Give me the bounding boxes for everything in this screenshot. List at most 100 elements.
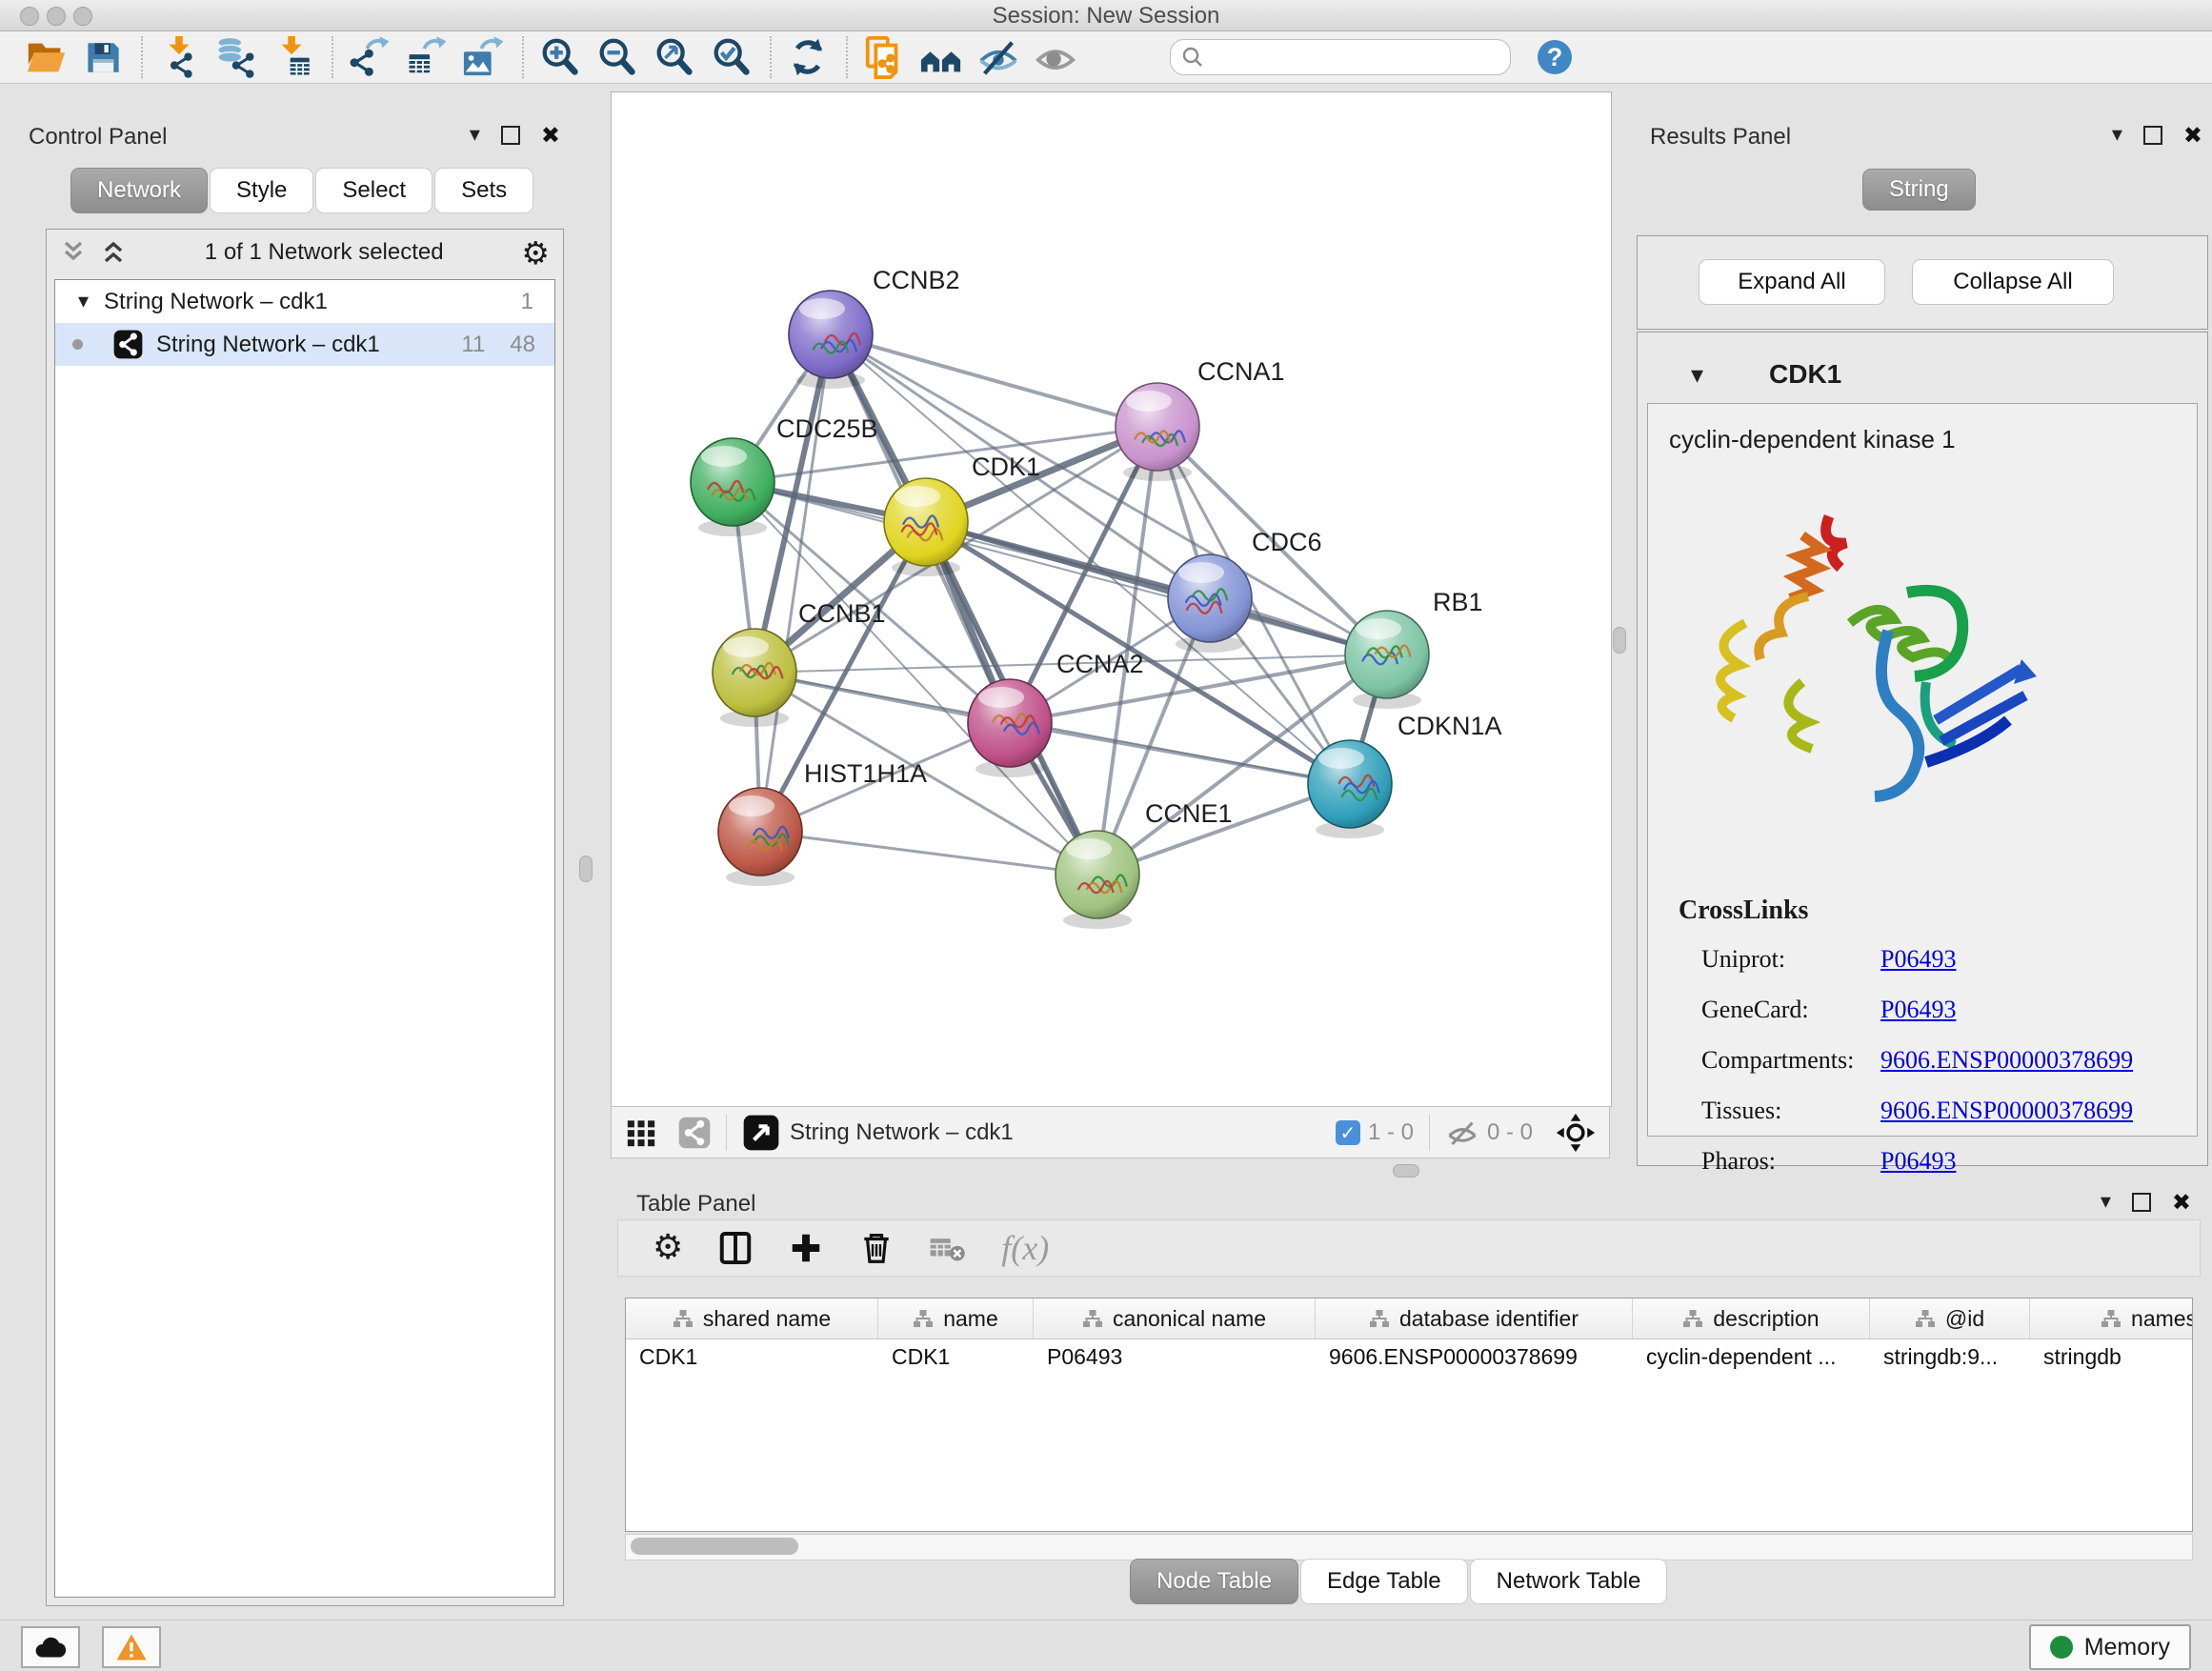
column-header-namespace[interactable]: namespace xyxy=(2030,1299,2193,1339)
save-session-button[interactable] xyxy=(78,34,128,80)
zoom-in-button[interactable] xyxy=(535,34,585,80)
network-graph[interactable]: CCNB2CCNA1CDC25BCDK1CDC6RB1CCNB1CCNA2CDK… xyxy=(612,92,1609,1104)
float-panel-icon[interactable] xyxy=(2143,126,2162,145)
show-hidden-button[interactable] xyxy=(1031,34,1080,80)
function-builder-icon[interactable]: f(x) xyxy=(1001,1228,1049,1268)
grid-view-icon[interactable] xyxy=(625,1117,657,1149)
network-node-HIST1H1A[interactable]: HIST1H1A xyxy=(718,759,927,876)
column-type-icon xyxy=(1369,1309,1390,1328)
network-canvas[interactable]: CCNB2CCNA1CDC25BCDK1CDC6RB1CCNB1CCNA2CDK… xyxy=(611,91,1612,1107)
delete-table-icon[interactable] xyxy=(929,1232,967,1264)
column-type-icon xyxy=(913,1309,934,1328)
crosslink-link[interactable]: P06493 xyxy=(1880,996,1956,1024)
import-network-file-button[interactable] xyxy=(154,34,204,80)
search-input[interactable] xyxy=(1205,44,1500,70)
export-table-button[interactable] xyxy=(402,34,452,80)
zoom-selected-button[interactable] xyxy=(707,34,756,80)
zoom-out-button[interactable] xyxy=(593,34,642,80)
network-node-RB1[interactable]: RB1 xyxy=(1345,588,1483,698)
gear-icon[interactable]: ⚙ xyxy=(653,1231,683,1265)
warning-button[interactable] xyxy=(102,1626,161,1668)
import-table-file-button[interactable] xyxy=(269,34,318,80)
column-header-database-identifier[interactable]: database identifier xyxy=(1316,1299,1633,1339)
home-button[interactable] xyxy=(916,34,966,80)
delete-icon[interactable] xyxy=(858,1230,895,1266)
bottom-splitter-handle[interactable] xyxy=(1393,1164,1419,1178)
panel-menu-icon[interactable]: ▾ xyxy=(470,125,480,146)
right-splitter-handle[interactable] xyxy=(1613,627,1626,654)
search-box xyxy=(1170,39,1511,75)
crosslink-link[interactable]: P06493 xyxy=(1880,945,1956,974)
open-in-new-icon[interactable] xyxy=(742,1114,780,1152)
crosslink-link[interactable]: P06493 xyxy=(1880,1147,1956,1176)
column-header-@id[interactable]: @id xyxy=(1870,1299,2030,1339)
float-panel-icon[interactable] xyxy=(2132,1193,2151,1212)
left-splitter-handle[interactable] xyxy=(579,856,593,882)
apply-layout-button[interactable] xyxy=(783,34,833,80)
hidden-eye-icon[interactable] xyxy=(1445,1116,1479,1150)
table-row[interactable]: CDK1CDK1P064939606.ENSP00000378699cyclin… xyxy=(626,1339,2192,1375)
network-collection-label: String Network – cdk1 xyxy=(104,289,328,315)
share-view-icon[interactable] xyxy=(678,1117,711,1149)
export-image-button[interactable] xyxy=(459,34,509,80)
open-file-button[interactable] xyxy=(21,34,70,80)
column-header-shared-name[interactable]: shared name xyxy=(626,1299,878,1339)
horizontal-scrollbar[interactable] xyxy=(625,1534,2193,1560)
split-columns-icon[interactable] xyxy=(717,1230,754,1266)
tree-expand-icon[interactable]: ▾ xyxy=(78,292,89,312)
panel-menu-icon[interactable]: ▾ xyxy=(2112,125,2122,146)
node-label: RB1 xyxy=(1433,588,1483,616)
close-panel-icon[interactable]: ✖ xyxy=(541,124,560,147)
expand-all-button[interactable]: Expand All xyxy=(1699,259,1885,305)
memory-button[interactable]: Memory xyxy=(2029,1624,2191,1670)
export-network-button[interactable] xyxy=(345,34,394,80)
hide-selected-button[interactable] xyxy=(974,34,1023,80)
collapse-all-button[interactable]: Collapse All xyxy=(1912,259,2114,305)
crosslink-link[interactable]: 9606.ENSP00000378699 xyxy=(1880,1097,2133,1125)
import-network-database-button[interactable] xyxy=(211,34,261,80)
column-type-icon xyxy=(1082,1309,1103,1328)
help-button[interactable]: ? xyxy=(1538,40,1572,74)
results-panel-title: Results Panel xyxy=(1650,124,1791,151)
network-node-CCNA1[interactable]: CCNA1 xyxy=(1116,357,1285,471)
network-row[interactable]: String Network – cdk1 11 48 xyxy=(55,323,554,366)
zoom-fit-button[interactable] xyxy=(650,34,699,80)
network-node-CCNB2[interactable]: CCNB2 xyxy=(789,266,960,378)
column-header-canonical-name[interactable]: canonical name xyxy=(1034,1299,1316,1339)
crosslinks-heading: CrossLinks xyxy=(1679,896,1808,926)
expand-all-icon[interactable] xyxy=(100,238,127,267)
tab-network[interactable]: Network xyxy=(70,168,208,213)
tab-string[interactable]: String xyxy=(1862,169,1976,211)
network-node-CDKN1A[interactable]: CDKN1A xyxy=(1308,712,1502,828)
close-panel-icon[interactable]: ✖ xyxy=(2172,1191,2191,1214)
cloud-button[interactable] xyxy=(21,1626,80,1668)
clone-network-button[interactable] xyxy=(859,34,909,80)
table-cell: stringdb:9... xyxy=(1870,1344,2030,1370)
crosslink-link[interactable]: 9606.ENSP00000378699 xyxy=(1880,1046,2133,1075)
tab-select[interactable]: Select xyxy=(315,168,432,213)
edge-count: 48 xyxy=(510,332,535,358)
tab-style[interactable]: Style xyxy=(210,168,313,213)
node-label: CDK1 xyxy=(972,453,1040,481)
panel-menu-icon[interactable]: ▾ xyxy=(2101,1192,2111,1213)
network-list: ▾ String Network – cdk1 1 String Network… xyxy=(54,279,555,1598)
zoom-fit-icon xyxy=(653,35,696,79)
column-header-name[interactable]: name xyxy=(878,1299,1034,1339)
network-collection-row[interactable]: ▾ String Network – cdk1 1 xyxy=(55,280,554,323)
scrollbar-thumb[interactable] xyxy=(631,1538,798,1555)
column-header-description[interactable]: description xyxy=(1633,1299,1870,1339)
close-panel-icon[interactable]: ✖ xyxy=(2183,124,2202,147)
control-panel-title: Control Panel xyxy=(29,124,167,151)
tab-sets[interactable]: Sets xyxy=(434,168,533,213)
collapse-all-icon[interactable] xyxy=(60,238,87,267)
tab-network-table[interactable]: Network Table xyxy=(1470,1559,1668,1604)
tab-edge-table[interactable]: Edge Table xyxy=(1300,1559,1468,1604)
float-panel-icon[interactable] xyxy=(501,126,520,145)
tab-node-table[interactable]: Node Table xyxy=(1130,1559,1298,1604)
gear-icon[interactable]: ⚙ xyxy=(521,237,550,269)
selected-checkbox[interactable]: ✓ xyxy=(1336,1120,1360,1145)
add-column-icon[interactable] xyxy=(788,1230,824,1266)
birdseye-icon[interactable] xyxy=(1556,1113,1596,1153)
collapse-gene-icon[interactable]: ▾ xyxy=(1691,363,1703,388)
crosslink-label: Tissues: xyxy=(1701,1097,1880,1125)
